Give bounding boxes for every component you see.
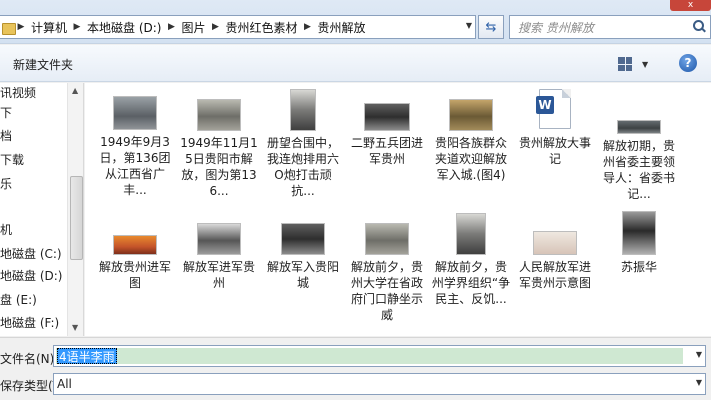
- close-button[interactable]: x: [670, 0, 711, 11]
- sidebar-item-drive-f[interactable]: 地磁盘 (F:): [0, 313, 59, 333]
- file-name: 解放前夕，贵州大学在省政府门口静坐示威: [350, 260, 423, 322]
- file-item[interactable]: 解放前夕，贵州大学在省政府门口静坐示威: [347, 223, 427, 323]
- file-item[interactable]: W 贵州解放大事记: [515, 89, 595, 167]
- file-item[interactable]: 1949年11月15日贵阳市解放，图为第136...: [179, 99, 259, 199]
- filetype-select[interactable]: All ▼: [53, 373, 706, 395]
- filename-input[interactable]: 4语半李雨 ▼: [53, 345, 706, 367]
- sidebar-item-drive-e[interactable]: 盘 (E:): [0, 290, 37, 310]
- folder-icon: [2, 21, 16, 35]
- sidebar-item-computer[interactable]: 机: [0, 220, 12, 240]
- sidebar-item-documents[interactable]: 档: [0, 126, 12, 146]
- chevron-right-icon[interactable]: ▶: [14, 22, 28, 32]
- file-item[interactable]: 二野五兵团进军贵州: [347, 103, 427, 167]
- image-thumbnail: [113, 235, 157, 255]
- change-view-button[interactable]: ▼: [616, 54, 654, 74]
- chevron-right-icon[interactable]: ▶: [164, 22, 178, 32]
- image-thumbnail: [449, 99, 493, 131]
- file-item[interactable]: 册望合围中，我连炮排用六O炮打击顽抗...: [263, 89, 343, 199]
- image-thumbnail: [365, 223, 409, 255]
- chevron-down-icon[interactable]: ▼: [642, 60, 648, 69]
- chevron-right-icon[interactable]: ▶: [301, 22, 315, 32]
- file-item[interactable]: 人民解放军进军贵州示意图: [515, 231, 595, 291]
- sidebar-item-drive-c[interactable]: 地磁盘 (C:): [0, 244, 62, 264]
- search-input[interactable]: 搜索 贵州解放: [509, 15, 711, 39]
- image-thumbnail: [290, 89, 316, 131]
- navigation-pane: 讯视频 下 档 下载 乐 机 地磁盘 (C:) 地磁盘 (D:) 盘 (E:) …: [0, 83, 84, 336]
- file-name: 苏振华: [620, 260, 657, 274]
- new-folder-button[interactable]: 新建文件夹: [13, 56, 73, 73]
- chevron-right-icon[interactable]: ▶: [209, 22, 223, 32]
- refresh-button[interactable]: ⇆: [478, 15, 504, 39]
- search-placeholder: 搜索 贵州解放: [518, 20, 594, 35]
- file-name: 贵阳各族群众夹道欢迎解放军入城.(图4): [434, 136, 507, 182]
- refresh-icon: ⇆: [485, 19, 497, 35]
- file-name: 解放前夕，贵州学界组织“争民主、反饥...: [431, 260, 511, 306]
- file-name: 解放军入贵阳城: [266, 260, 339, 290]
- filetype-value: All: [57, 377, 72, 391]
- sidebar-item-drive-d[interactable]: 地磁盘 (D:): [0, 266, 62, 286]
- scrollbar-thumb[interactable]: [70, 176, 83, 260]
- sidebar-item-downloads-short[interactable]: 下: [0, 103, 12, 123]
- address-dropdown-icon[interactable]: ▼: [466, 21, 472, 30]
- word-document-icon: W: [536, 89, 571, 129]
- image-thumbnail: [533, 231, 577, 255]
- file-name: 册望合围中，我连炮排用六O炮打击顽抗...: [266, 136, 339, 198]
- sidebar-item-music[interactable]: 乐: [0, 174, 12, 194]
- image-thumbnail: [113, 96, 157, 130]
- search-icon[interactable]: [688, 16, 710, 38]
- breadcrumb-drive-d[interactable]: 本地磁盘 (D:): [84, 19, 164, 36]
- file-item[interactable]: 解放军进军贵州: [179, 223, 259, 291]
- sidebar-item-downloads[interactable]: 下载: [0, 150, 24, 170]
- file-name: 解放初期，贵州省委主要领导人：省委书记...: [602, 139, 675, 201]
- breadcrumb-computer[interactable]: 计算机: [28, 19, 70, 36]
- address-toolbar: x ▶ 计算机 ▶ 本地磁盘 (D:) ▶ 图片 ▶ 贵州红色素材 ▶ 贵州解放…: [0, 0, 711, 44]
- file-name: 1949年11月15日贵阳市解放，图为第136...: [180, 136, 258, 198]
- grid-view-icon: [618, 57, 632, 71]
- breadcrumb-pictures[interactable]: 图片: [178, 19, 208, 36]
- file-name: 人民解放军进军贵州示意图: [518, 260, 591, 290]
- help-button[interactable]: ?: [679, 54, 697, 72]
- file-item[interactable]: 解放初期，贵州省委主要领导人：省委书记...: [599, 120, 679, 202]
- scroll-down-icon[interactable]: ▼: [72, 323, 78, 332]
- breadcrumb-guizhou-red[interactable]: 贵州红色素材: [223, 19, 301, 36]
- file-item[interactable]: 解放前夕，贵州学界组织“争民主、反饥...: [431, 213, 511, 307]
- file-name: 贵州解放大事记: [518, 136, 591, 166]
- file-name: 二野五兵团进军贵州: [350, 136, 423, 166]
- image-thumbnail: [281, 223, 325, 255]
- file-name: 解放贵州进军图: [98, 260, 171, 290]
- file-item[interactable]: 1949年9月3日，第136团从江西省广丰...: [95, 96, 175, 198]
- sidebar-item-video[interactable]: 讯视频: [0, 83, 36, 103]
- image-thumbnail: [364, 103, 410, 131]
- image-thumbnail: [197, 99, 241, 131]
- chevron-right-icon[interactable]: ▶: [70, 22, 84, 32]
- breadcrumb-guizhou-liberation[interactable]: 贵州解放: [315, 19, 369, 36]
- filename-label: 文件名(N):: [0, 352, 59, 366]
- chevron-down-icon[interactable]: ▼: [696, 350, 702, 359]
- address-bar[interactable]: ▶ 计算机 ▶ 本地磁盘 (D:) ▶ 图片 ▶ 贵州红色素材 ▶ 贵州解放 ▼: [0, 15, 476, 39]
- file-item[interactable]: 解放贵州进军图: [95, 235, 175, 291]
- image-thumbnail: [456, 213, 486, 255]
- file-list: 1949年9月3日，第136团从江西省广丰... 1949年11月15日贵阳市解…: [85, 83, 711, 336]
- file-item[interactable]: 解放军入贵阳城: [263, 223, 343, 291]
- image-thumbnail: [617, 120, 661, 134]
- image-thumbnail: [197, 223, 241, 255]
- file-item[interactable]: 苏振华: [599, 211, 679, 275]
- file-name: 1949年9月3日，第136团从江西省广丰...: [99, 135, 171, 197]
- filename-value[interactable]: 4语半李雨: [57, 348, 117, 364]
- file-name: 解放军进军贵州: [182, 260, 255, 290]
- image-thumbnail: [622, 211, 656, 255]
- command-toolbar: 新建文件夹 ▼ ?: [0, 45, 711, 82]
- chevron-down-icon[interactable]: ▼: [696, 378, 702, 387]
- scroll-up-icon[interactable]: ▲: [72, 86, 78, 95]
- save-panel: 文件名(N): 4语半李雨 ▼ 保存类型(T): All ▼: [0, 337, 711, 400]
- file-item[interactable]: 贵阳各族群众夹道欢迎解放军入城.(图4): [431, 99, 511, 183]
- filename-highlight: [56, 348, 683, 364]
- sidebar-scrollbar[interactable]: ▲ ▼: [67, 83, 83, 336]
